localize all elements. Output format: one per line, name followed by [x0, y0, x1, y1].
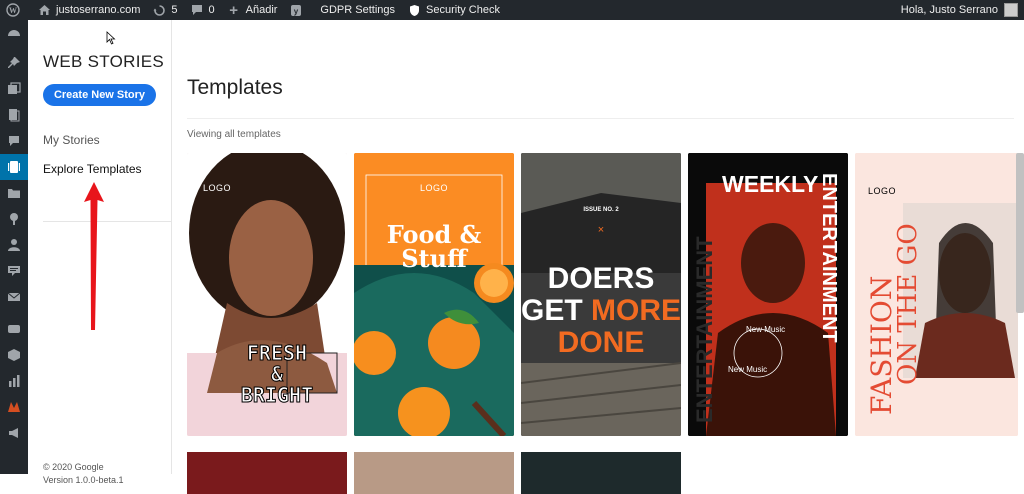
template-card-food-stuff[interactable]: LOGO Food & Stuff [354, 153, 514, 436]
marketing-icon [8, 402, 20, 412]
updates-link[interactable]: 5 [146, 0, 183, 20]
nav-footer: © 2020 Google Version 1.0.0-beta.1 [43, 461, 124, 487]
pages-icon [9, 109, 20, 122]
security-check-link[interactable]: Security Check [401, 0, 506, 20]
nav-explore-templates[interactable]: Explore Templates [43, 162, 142, 176]
menu-web-stories[interactable] [0, 154, 28, 180]
home-icon [37, 3, 51, 17]
template-preview-image [354, 153, 514, 436]
folder-icon [8, 189, 20, 198]
add-new-link[interactable]: + Añadir [221, 0, 284, 20]
comment-icon [190, 3, 204, 17]
gdpr-settings-label: GDPR Settings [320, 4, 396, 16]
menu-posts[interactable] [0, 50, 28, 76]
woo-icon [8, 325, 20, 333]
svg-text:×: × [598, 224, 604, 236]
comment-icon [9, 136, 19, 146]
comments-count: 0 [208, 4, 215, 16]
avatar [1004, 3, 1018, 17]
main-content: Templates Viewing all templates LOGO FRE… [172, 20, 1024, 494]
svg-text:y: y [294, 7, 299, 16]
dashboard-icon [8, 30, 20, 36]
comments-link[interactable]: 0 [184, 0, 221, 20]
plus-icon: + [229, 1, 238, 19]
menu-woo[interactable] [0, 316, 28, 342]
gdpr-settings-link[interactable]: GDPR Settings [314, 0, 401, 20]
menu-marketing[interactable] [0, 394, 28, 420]
user-icon [8, 239, 20, 251]
web-stories-title: WEB STORIES [43, 52, 165, 71]
create-new-story-button[interactable]: Create New Story [43, 84, 156, 106]
web-stories-icon [8, 161, 20, 173]
admin-bar: W justoserrano.com 5 0 + Añadir y GDPR S… [0, 0, 1024, 20]
megaphone-icon [9, 428, 18, 438]
template-card-fashion[interactable]: LOGO FASHION ON THE GO [855, 153, 1018, 436]
footer-version: Version 1.0.0-beta.1 [43, 475, 124, 485]
template-headline: FRESH & BRIGHT [240, 341, 314, 407]
pin-icon [8, 57, 20, 68]
yoast-link[interactable]: y [283, 0, 314, 20]
template-card-doers[interactable]: × ISSUE NO. 2 DOERS GET MORE DONE [521, 153, 681, 436]
menu-analytics[interactable] [0, 368, 28, 394]
account-menu[interactable]: Hola, Justo Serrano [895, 0, 1024, 20]
menu-tools[interactable] [0, 420, 28, 446]
template-side-text: ENTERTAINMENT [692, 236, 717, 423]
template-headline: Food & Stuff [386, 220, 482, 273]
nav-my-stories[interactable]: My Stories [43, 133, 100, 147]
template-card-row2-3[interactable] [521, 452, 681, 494]
updates-count: 5 [171, 4, 178, 16]
template-card-weekly-entertainment[interactable]: WEEKLY ENTERTAINMENT ENTERTAINMENT New M… [688, 153, 848, 436]
menu-folders[interactable] [0, 180, 28, 206]
add-new-label: Añadir [245, 4, 278, 16]
menu-feedback[interactable] [0, 258, 28, 284]
svg-text:W: W [9, 6, 17, 15]
admin-menu [0, 20, 28, 474]
media-icon [8, 82, 21, 94]
wordpress-icon: W [6, 3, 20, 17]
menu-comments[interactable] [0, 128, 28, 154]
site-name: justoserrano.com [56, 4, 141, 16]
template-issue: ISSUE NO. 2 [583, 207, 619, 213]
greeting: Hola, Justo Serrano [900, 4, 998, 16]
page-title: Templates [187, 76, 283, 99]
template-card-row2-1[interactable] [187, 452, 347, 494]
menu-mail[interactable] [0, 284, 28, 310]
template-headline-2: ON THE GO [893, 223, 923, 385]
updates-icon [152, 3, 166, 17]
footer-copyright: © 2020 Google [43, 462, 104, 472]
template-card-fresh-bright[interactable]: LOGO FRESH & BRIGHT [187, 153, 347, 436]
template-vertical-title: ENTERTAINMENT [818, 173, 840, 343]
mouse-cursor-icon [106, 31, 116, 45]
menu-products[interactable] [0, 342, 28, 368]
viewing-label: Viewing all templates [187, 129, 281, 140]
menu-appearance[interactable] [0, 206, 28, 232]
site-name-link[interactable]: justoserrano.com [31, 0, 146, 20]
template-headline: WEEKLY [722, 171, 819, 197]
template-card-row2-2[interactable] [354, 452, 514, 494]
red-arrow-annotation [84, 182, 104, 330]
scrollbar[interactable] [1016, 153, 1024, 313]
menu-dashboard[interactable] [0, 20, 28, 46]
nav-divider [43, 221, 171, 222]
menu-users[interactable] [0, 232, 28, 258]
wordpress-logo-button[interactable]: W [0, 0, 31, 20]
shield-icon [407, 3, 421, 17]
template-logo: LOGO [420, 183, 449, 193]
menu-media[interactable] [0, 76, 28, 102]
template-logo: LOGO [868, 186, 897, 196]
header-divider [187, 118, 1014, 119]
template-badge-text-2: New Music [728, 365, 768, 374]
brush-icon [10, 213, 18, 225]
yoast-icon: y [289, 3, 303, 17]
bar-chart-icon [9, 375, 20, 387]
template-badge-text: New Music [746, 325, 786, 334]
box-icon [8, 349, 20, 361]
menu-pages[interactable] [0, 102, 28, 128]
mail-icon [7, 292, 21, 301]
feedback-icon [8, 266, 20, 276]
template-headline: DOERS GET MORE DONE [521, 262, 681, 359]
template-logo: LOGO [203, 183, 232, 193]
security-check-label: Security Check [426, 4, 500, 16]
